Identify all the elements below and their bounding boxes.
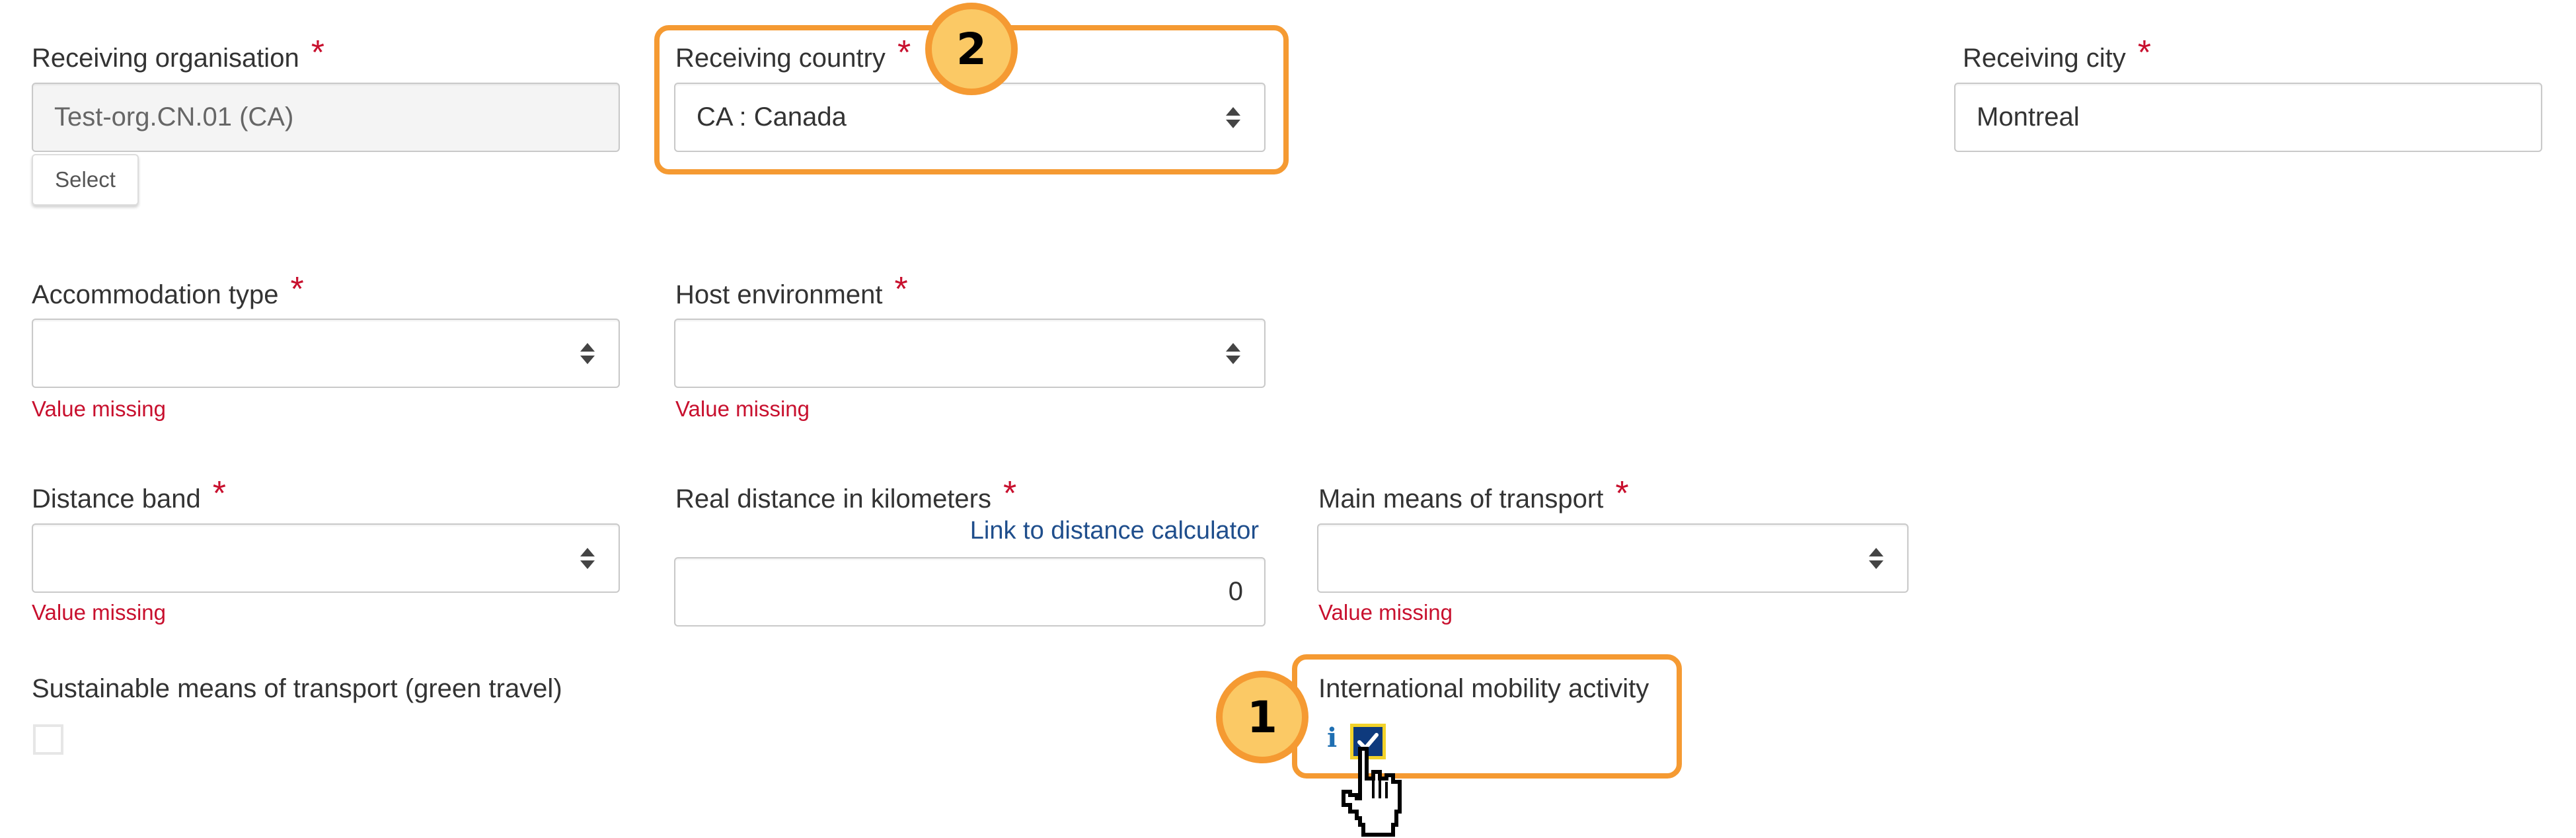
select-button-label: Select <box>55 167 116 192</box>
select-organisation-button[interactable]: Select <box>32 154 139 206</box>
accommodation-type-label: Accommodation type * <box>32 272 304 311</box>
required-marker: * <box>894 270 908 309</box>
required-marker: * <box>2137 34 2152 72</box>
accommodation-type-select[interactable] <box>32 319 620 388</box>
receiving-city-input[interactable]: Montreal <box>1954 83 2542 152</box>
select-sort-arrows-icon <box>580 547 595 569</box>
receiving-organisation-label: Receiving organisation * <box>32 36 324 74</box>
receiving-city-value: Montreal <box>1977 102 2080 132</box>
distance-calculator-link[interactable]: Link to distance calculator <box>970 517 1259 545</box>
green-travel-checkbox[interactable] <box>33 724 63 755</box>
main-transport-select[interactable] <box>1317 523 1909 593</box>
host-environment-label: Host environment * <box>675 272 908 311</box>
required-marker: * <box>290 270 304 309</box>
main-transport-label: Main means of transport * <box>1318 476 1629 515</box>
select-sort-arrows-icon <box>580 342 595 364</box>
green-travel-label: Sustainable means of transport (green tr… <box>32 674 562 703</box>
label-text: Host environment <box>675 280 883 309</box>
select-sort-arrows-icon <box>1869 547 1883 569</box>
receiving-organisation-value: Test-org.CN.01 (CA) <box>54 102 294 132</box>
required-marker: * <box>311 34 324 72</box>
main-transport-error: Value missing <box>1318 600 1453 625</box>
accommodation-type-error: Value missing <box>32 397 166 421</box>
receiving-city-label: Receiving city * <box>1963 36 2151 74</box>
select-sort-arrows-icon <box>1226 342 1240 364</box>
real-distance-input[interactable]: 0 <box>674 557 1266 627</box>
step-badge-2: 2 <box>925 3 1018 95</box>
receiving-organisation-input: Test-org.CN.01 (CA) <box>32 83 620 152</box>
real-distance-value: 0 <box>1228 577 1243 606</box>
host-environment-error: Value missing <box>675 397 810 421</box>
required-marker: * <box>1615 475 1629 513</box>
label-text: Real distance in kilometers <box>675 484 991 514</box>
distance-band-error: Value missing <box>32 600 166 625</box>
required-marker: * <box>212 475 226 513</box>
distance-band-label: Distance band * <box>32 476 226 515</box>
real-distance-label: Real distance in kilometers * <box>675 476 1016 515</box>
required-marker: * <box>1003 475 1017 513</box>
step-badge-1: 1 <box>1216 671 1308 763</box>
label-text: Main means of transport <box>1318 484 1604 514</box>
label-text: Receiving organisation <box>32 44 299 73</box>
distance-band-select[interactable] <box>32 523 620 593</box>
hand-pointer-cursor-icon <box>1342 747 1402 837</box>
host-environment-select[interactable] <box>674 319 1266 388</box>
label-text: Accommodation type <box>32 280 279 309</box>
label-text: Distance band <box>32 484 201 514</box>
label-text: Receiving city <box>1963 44 2126 73</box>
